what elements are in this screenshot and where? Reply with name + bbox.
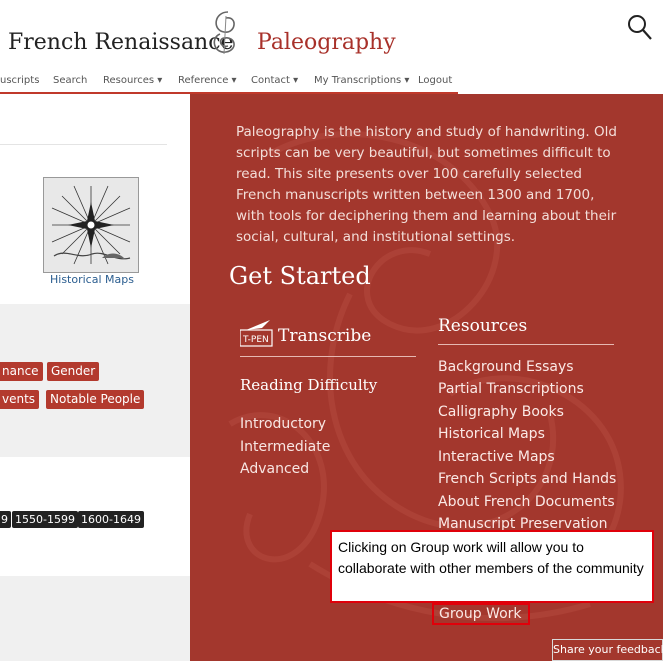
tag-governance[interactable]: nance <box>0 362 43 381</box>
intro-text: Paleography is the history and study of … <box>236 124 617 245</box>
nav-item-contact[interactable]: Contact ▾ <box>251 75 298 86</box>
resource-french-scripts[interactable]: French Scripts and Hands <box>438 471 616 487</box>
resource-partial-transcriptions[interactable]: Partial Transcriptions <box>438 381 584 397</box>
tutorial-callout: Clicking on Group work will allow you to… <box>330 530 654 603</box>
resource-historical-maps[interactable]: Historical Maps <box>438 426 545 442</box>
transcribe-link[interactable]: Transcribe <box>278 326 371 346</box>
date-range-1600-1649[interactable]: 1600-1649 <box>78 511 144 528</box>
date-range-partial[interactable]: 9 <box>0 511 11 528</box>
resource-background-essays[interactable]: Background Essays <box>438 359 574 375</box>
brand-title-left[interactable]: French Renaissance <box>8 30 234 55</box>
search-icon[interactable] <box>627 14 653 42</box>
site-header: French Renaissance Paleography uscripts … <box>0 0 663 94</box>
group-work-link[interactable]: Group Work <box>432 603 530 625</box>
divider <box>0 144 167 145</box>
resources-heading: Resources <box>438 316 528 336</box>
date-range-1550-1599[interactable]: 1550-1599 <box>12 511 78 528</box>
monogram-logo-icon[interactable] <box>206 8 246 58</box>
tag-gender[interactable]: Gender <box>47 362 100 381</box>
nav-item-manuscripts[interactable]: uscripts <box>0 75 39 86</box>
historical-maps-link[interactable]: Historical Maps <box>50 273 134 286</box>
share-feedback-button[interactable]: Share your feedback <box>552 639 663 661</box>
nav-item-logout[interactable]: Logout <box>418 75 452 86</box>
resources-divider <box>438 344 614 345</box>
reading-difficulty-heading: Reading Difficulty <box>240 376 378 394</box>
nav-item-my-transcriptions[interactable]: My Transcriptions ▾ <box>314 75 409 86</box>
resource-interactive-maps[interactable]: Interactive Maps <box>438 449 555 465</box>
tpen-logo-icon[interactable]: T-PEN <box>240 318 274 348</box>
transcribe-divider <box>240 356 416 357</box>
tag-notable-people[interactable]: Notable People <box>46 390 145 409</box>
get-started-heading: Get Started <box>229 262 371 290</box>
svg-text:T-PEN: T-PEN <box>242 335 269 345</box>
tag-events[interactable]: vents <box>0 390 40 409</box>
level-intermediate-link[interactable]: Intermediate <box>240 439 330 455</box>
nav-item-search[interactable]: Search <box>53 75 87 86</box>
nav-item-resources[interactable]: Resources ▾ <box>103 75 162 86</box>
brand-title-right[interactable]: Paleography <box>257 30 396 55</box>
main-nav: uscripts Search Resources ▾ Reference ▾ … <box>0 74 458 94</box>
bottom-section <box>0 576 190 661</box>
level-introductory-link[interactable]: Introductory <box>240 416 326 432</box>
resource-about-french-documents[interactable]: About French Documents <box>438 494 615 510</box>
nav-item-reference[interactable]: Reference ▾ <box>178 75 237 86</box>
resource-calligraphy-books[interactable]: Calligraphy Books <box>438 404 564 420</box>
level-advanced-link[interactable]: Advanced <box>240 461 309 477</box>
historical-map-thumbnail[interactable] <box>43 177 139 273</box>
